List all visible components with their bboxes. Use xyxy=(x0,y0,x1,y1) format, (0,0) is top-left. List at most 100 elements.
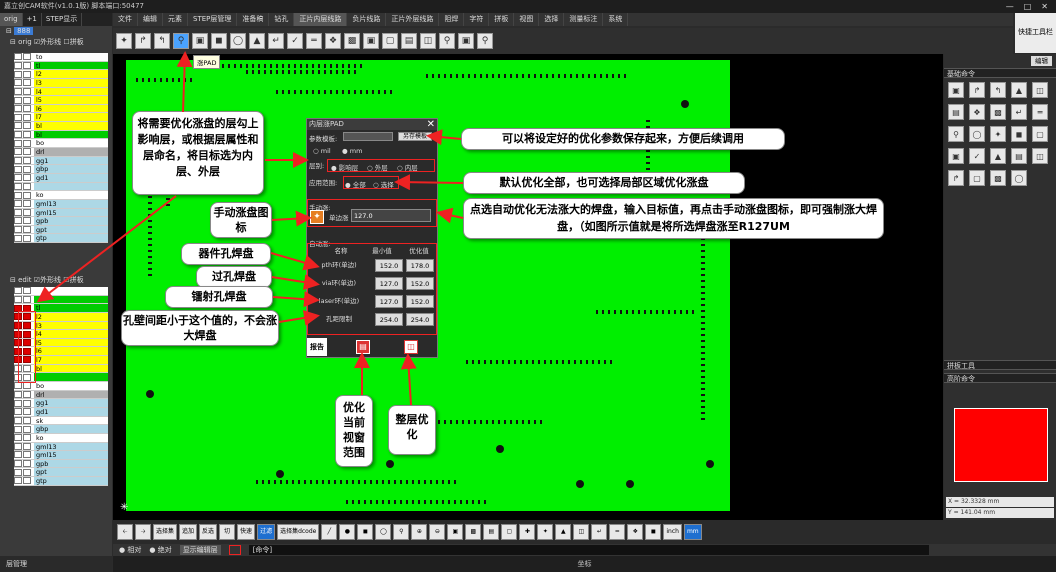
unit-mil-radio[interactable]: ○ mil xyxy=(313,147,331,155)
shape-tool-icon[interactable]: ✚ xyxy=(519,524,536,540)
layer-checkbox[interactable] xyxy=(14,434,22,442)
menu-item[interactable]: 拼板 xyxy=(489,13,515,26)
command-icon[interactable]: ▩ xyxy=(990,170,1006,186)
layer-affect-checkbox[interactable] xyxy=(23,442,31,450)
layer-checkbox[interactable] xyxy=(14,442,22,450)
toolbar-icon[interactable]: ✦ xyxy=(116,33,132,49)
layer-affect-checkbox[interactable] xyxy=(23,148,31,156)
tab-orig[interactable]: orig xyxy=(0,13,23,26)
edit-layer-row[interactable]: sk xyxy=(14,416,108,426)
orig-panel-opt[interactable]: 拼板 xyxy=(70,38,84,46)
layer-checkbox[interactable] xyxy=(14,61,22,69)
shape-tool-icon[interactable]: ▤ xyxy=(483,524,500,540)
layer-checkbox[interactable] xyxy=(14,477,22,485)
layer-affect-checkbox[interactable] xyxy=(23,174,31,182)
orig-layer-row[interactable]: l2 xyxy=(14,70,108,79)
menu-item[interactable]: 系统 xyxy=(603,13,629,26)
layer-affect-checkbox[interactable] xyxy=(23,460,31,468)
layer-checkbox[interactable] xyxy=(14,113,22,121)
append-button[interactable]: 追加 xyxy=(179,524,198,540)
layer-checkbox[interactable] xyxy=(14,208,22,216)
toolbar-icon[interactable]: ▣ xyxy=(458,33,474,49)
command-icon[interactable]: ↵ xyxy=(1011,104,1027,120)
shape-tool-icon[interactable]: ╱ xyxy=(321,524,338,540)
command-icon[interactable]: ↰ xyxy=(990,82,1006,98)
edit-tab[interactable]: 编辑 xyxy=(1031,56,1052,66)
layer-checkbox[interactable] xyxy=(14,53,22,61)
command-icon[interactable]: ▲ xyxy=(1011,82,1027,98)
layer-affect-checkbox[interactable] xyxy=(23,391,31,398)
layer-optimize-icon[interactable]: ◫ xyxy=(404,340,418,354)
forward-arrow-icon[interactable]: 🡢 xyxy=(135,524,151,540)
command-icon[interactable]: ▤ xyxy=(1011,148,1027,164)
job-node[interactable]: ⊟ 888 xyxy=(0,26,112,37)
command-icon[interactable]: ↱ xyxy=(969,82,985,98)
shape-tool-icon[interactable]: ✦ xyxy=(537,524,554,540)
menu-item[interactable]: 正片外层线路 xyxy=(386,13,440,26)
layer-checkbox[interactable] xyxy=(14,416,22,424)
orig-layer-row[interactable]: bl xyxy=(14,122,108,131)
edit-layer-row[interactable]: gbp xyxy=(14,425,108,434)
toolbar-icon[interactable]: ↰ xyxy=(154,33,170,49)
layer-affect-checkbox[interactable] xyxy=(23,191,31,199)
edit-layer-row[interactable]: gg1 xyxy=(14,399,108,408)
param-template-select[interactable] xyxy=(343,132,393,141)
layer-affect-checkbox[interactable] xyxy=(23,468,31,476)
command-input[interactable]: [命令] xyxy=(248,545,929,555)
orig-layer-row[interactable]: bo xyxy=(14,139,108,149)
back-arrow-icon[interactable]: 🡠 xyxy=(117,524,133,540)
toolbar-icon[interactable]: ▣ xyxy=(363,33,379,49)
inch-button[interactable]: inch xyxy=(663,524,682,540)
edit-group[interactable]: ⊟ edit ☑外形线 ☐拼板 xyxy=(0,275,112,286)
layer-checkbox[interactable] xyxy=(14,148,22,156)
minimize-icon[interactable]: — xyxy=(1006,0,1014,13)
toolbar-icon[interactable]: ⚲ xyxy=(477,33,493,49)
shape-tool-icon[interactable]: ⚲ xyxy=(393,524,410,540)
toolbar-icon[interactable]: ▣ xyxy=(192,33,208,49)
menu-item[interactable]: 编辑 xyxy=(138,13,163,26)
shape-tool-icon[interactable]: ◫ xyxy=(573,524,590,540)
command-icon[interactable]: ▣ xyxy=(948,148,964,164)
maximize-icon[interactable]: □ xyxy=(1024,0,1032,13)
layer-checkbox[interactable] xyxy=(14,182,22,190)
pad-expand-tool-icon[interactable]: ⚲ xyxy=(173,33,189,49)
menu-item[interactable]: 测量标注 xyxy=(564,13,604,26)
layer-affect-checkbox[interactable] xyxy=(23,122,31,130)
toolbar-icon[interactable]: ↱ xyxy=(135,33,151,49)
layer-checkbox[interactable] xyxy=(14,191,22,199)
menu-item[interactable]: 正片内层线路 xyxy=(294,13,348,26)
orig-group[interactable]: ⊟ orig ☑外形线 ☐拼板 xyxy=(0,37,112,48)
edit-panel-opt[interactable]: 拼板 xyxy=(70,276,84,284)
quick-tools-button[interactable]: 快捷工具栏 xyxy=(1015,13,1056,53)
toolbar-icon[interactable]: ↵ xyxy=(268,33,284,49)
shape-tool-icon[interactable]: ↵ xyxy=(591,524,608,540)
layer-checkbox[interactable] xyxy=(14,122,22,130)
edit-layer-row[interactable] xyxy=(14,287,108,296)
layer-affect-checkbox[interactable] xyxy=(23,399,31,407)
shape-tool-icon[interactable]: ◯ xyxy=(375,524,392,540)
layer-checkbox[interactable] xyxy=(14,87,22,95)
select-dcode-button[interactable]: 选择集dcode xyxy=(277,524,320,540)
layer-affect-checkbox[interactable] xyxy=(23,105,31,113)
edit-layer-row[interactable]: gtp xyxy=(14,477,108,486)
edit-layer-row[interactable]: gd1 xyxy=(14,407,108,417)
command-icon[interactable]: ◯ xyxy=(1011,170,1027,186)
layer-checkbox[interactable] xyxy=(14,79,22,87)
toolbar-icon[interactable]: ◼ xyxy=(211,33,227,49)
edit-layer-row[interactable]: gml13 xyxy=(14,442,108,452)
toolbar-icon[interactable]: ◫ xyxy=(420,33,436,49)
shape-tool-icon[interactable]: ◼ xyxy=(357,524,374,540)
dialog-close-icon[interactable]: ✕ xyxy=(427,119,435,130)
command-icon[interactable]: ▤ xyxy=(948,104,964,120)
layer-checkbox[interactable] xyxy=(14,287,22,295)
orig-layer-row[interactable]: gpb xyxy=(14,217,108,226)
layer-checkbox[interactable] xyxy=(14,165,22,173)
layer-affect-checkbox[interactable] xyxy=(23,79,31,87)
layer-affect-checkbox[interactable] xyxy=(23,182,31,190)
orig-layer-row[interactable]: to xyxy=(14,53,108,62)
menu-item[interactable]: 选择 xyxy=(539,13,565,26)
toolbar-icon[interactable]: ▤ xyxy=(401,33,417,49)
toolbar-icon[interactable]: ▲ xyxy=(249,33,265,49)
layer-checkbox[interactable] xyxy=(14,96,22,104)
command-icon[interactable]: ▣ xyxy=(948,82,964,98)
